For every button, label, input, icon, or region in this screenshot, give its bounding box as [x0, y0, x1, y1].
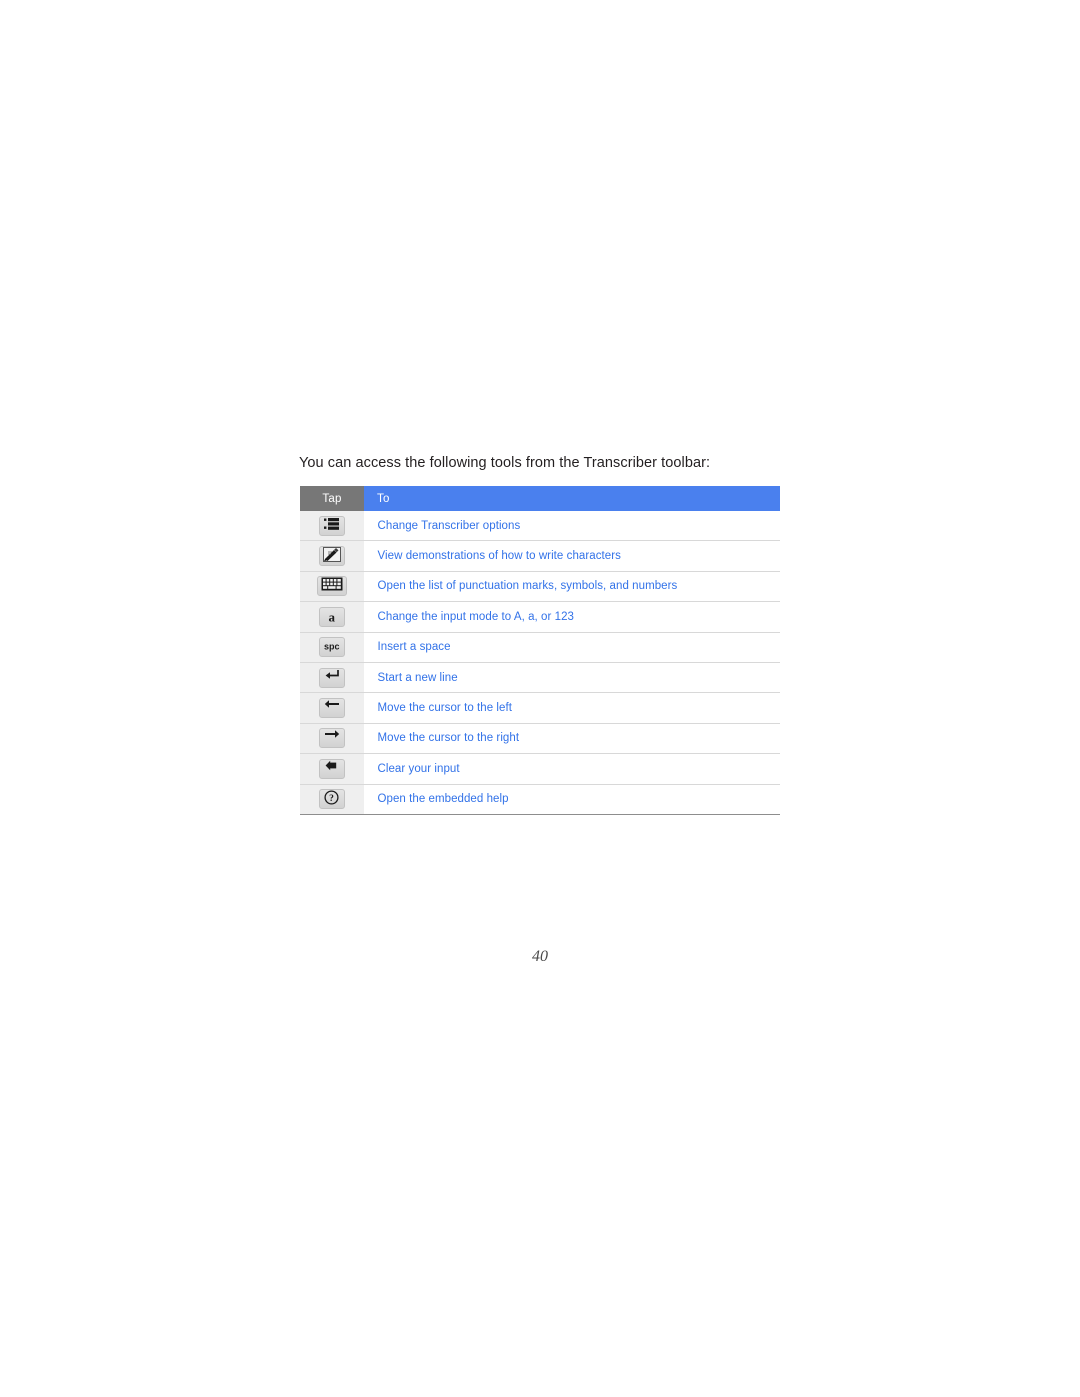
icon-cell	[300, 662, 365, 694]
table-row: a Change the input mode to A, a, or 123	[300, 601, 780, 633]
table-row: Move the cursor to the right	[300, 723, 780, 755]
row-description[interactable]: View demonstrations of how to write char…	[364, 540, 780, 572]
row-description[interactable]: Move the cursor to the left	[364, 692, 780, 724]
intro-paragraph: You can access the following tools from …	[299, 455, 711, 471]
arrow-right-icon[interactable]	[318, 728, 345, 749]
icon-cell: spc	[300, 632, 365, 663]
row-description[interactable]: Clear your input	[364, 753, 780, 785]
enter-key-icon[interactable]	[318, 667, 345, 688]
table-row: spc Insert a space	[300, 632, 780, 663]
table-row: View demonstrations of how to write char…	[300, 540, 780, 572]
pen-demo-icon[interactable]	[318, 546, 345, 567]
help-question-icon[interactable]: ?	[318, 789, 345, 810]
icon-cell	[300, 540, 365, 572]
row-description[interactable]: Open the embedded help	[364, 784, 780, 815]
space-key-icon[interactable]: spc	[318, 637, 345, 658]
letter-a-icon[interactable]: a	[318, 606, 345, 627]
backspace-icon[interactable]	[318, 758, 345, 779]
table-row: Change Transcriber options	[300, 511, 780, 542]
icon-cell	[300, 723, 365, 755]
table-row: Start a new line	[300, 662, 780, 694]
page-number: 40	[532, 948, 548, 965]
table-row: Open the list of punctuation marks, symb…	[300, 571, 780, 603]
column-header-tap: Tap	[300, 486, 364, 511]
keyboard-grid-icon[interactable]	[316, 576, 347, 597]
row-description[interactable]: Start a new line	[364, 662, 780, 694]
icon-cell: ?	[300, 784, 365, 815]
table-row: Move the cursor to the left	[300, 692, 780, 724]
icon-cell: a	[300, 601, 365, 633]
table-row: ? Open the embedded help	[300, 784, 780, 815]
document-page: You can access the following tools from …	[0, 0, 1080, 1397]
letter-a-glyph: a	[328, 609, 336, 625]
row-description[interactable]: Open the list of punctuation marks, symb…	[364, 571, 780, 603]
icon-cell	[300, 692, 365, 724]
icon-cell	[300, 571, 365, 603]
icon-cell	[300, 511, 365, 542]
table-header-row: Tap To	[300, 486, 780, 511]
table-row: Clear your input	[300, 753, 780, 785]
space-key-glyph: spc	[323, 641, 340, 652]
transcriber-tools-table: Tap To Change Transcriber options View d…	[300, 486, 780, 815]
bulleted-list-icon[interactable]	[318, 515, 345, 536]
column-header-to: To	[364, 486, 780, 511]
icon-cell	[300, 753, 365, 785]
svg-text:?: ?	[329, 794, 334, 804]
row-description[interactable]: Change the input mode to A, a, or 123	[364, 601, 780, 633]
row-description[interactable]: Move the cursor to the right	[364, 723, 780, 755]
arrow-left-icon[interactable]	[318, 698, 345, 719]
row-description[interactable]: Change Transcriber options	[364, 511, 780, 542]
row-description[interactable]: Insert a space	[364, 632, 780, 663]
